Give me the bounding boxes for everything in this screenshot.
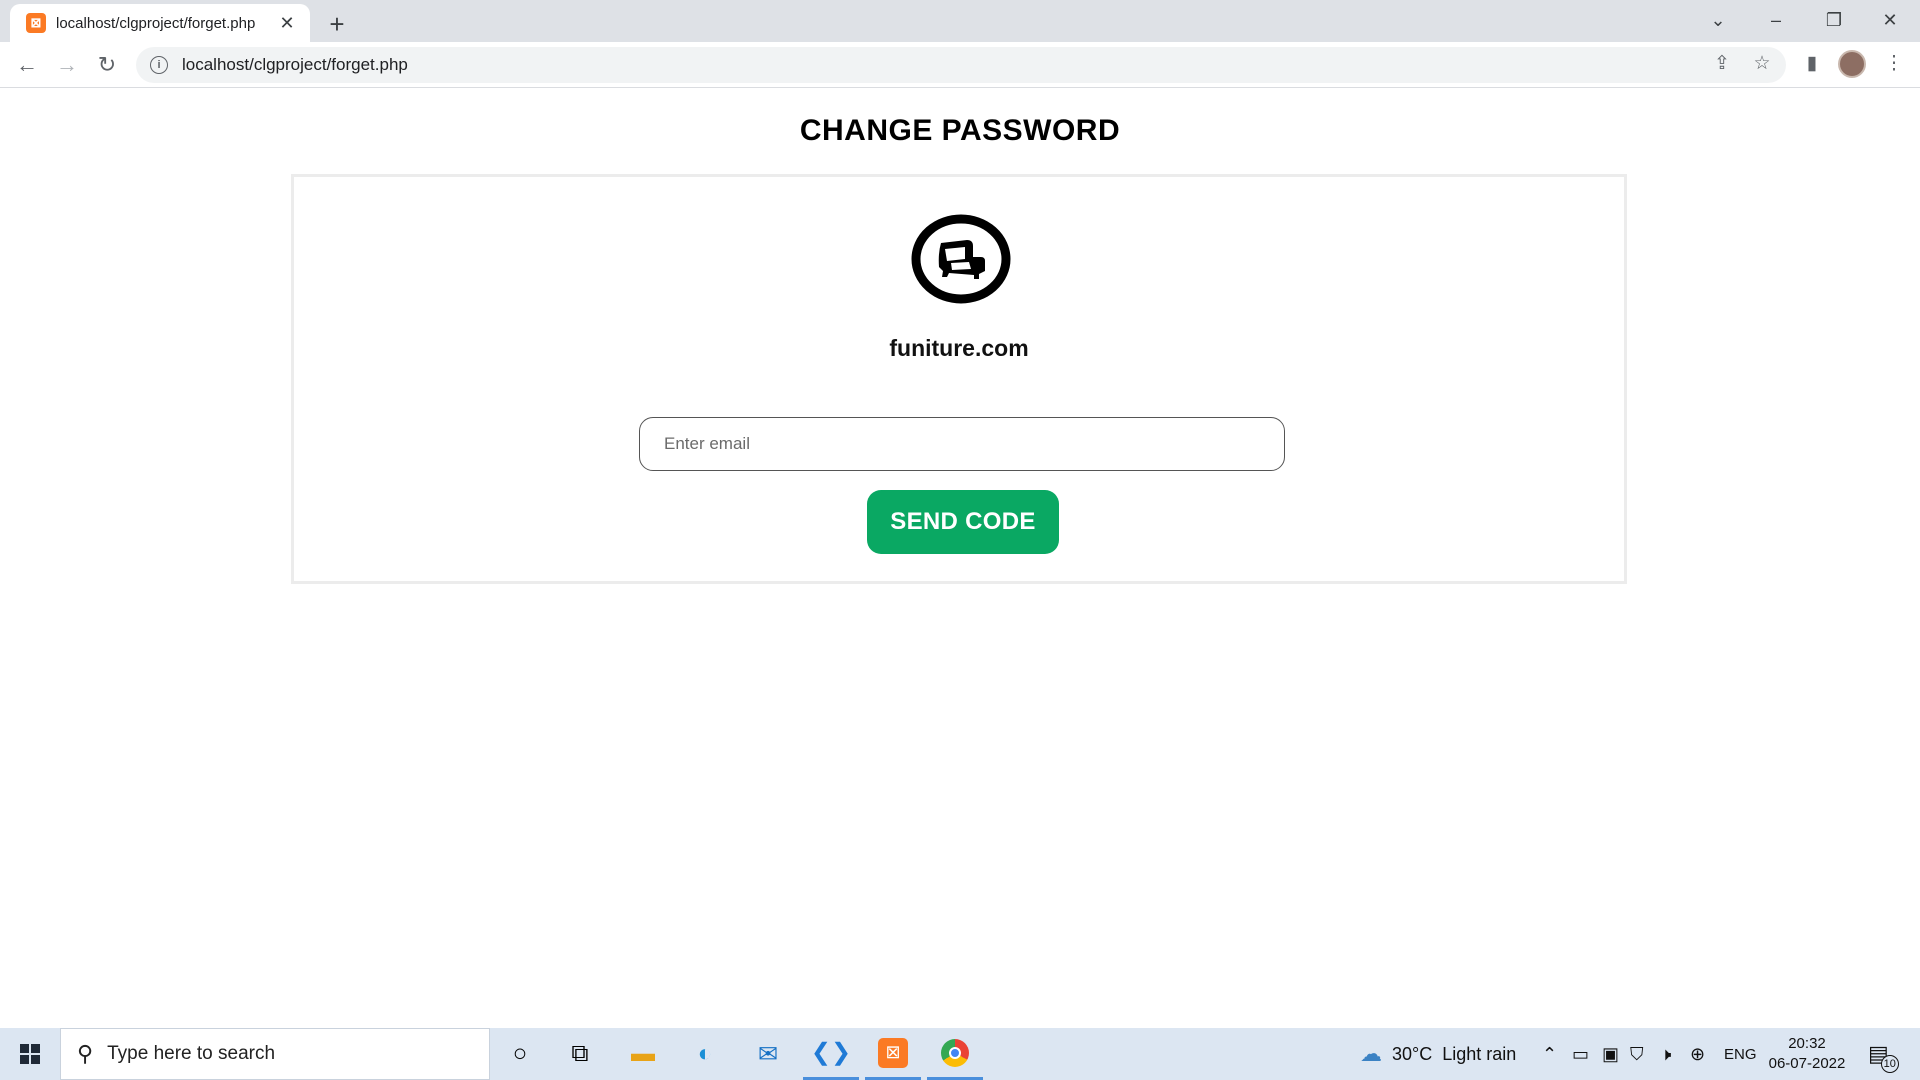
furniture-logo-icon — [911, 214, 1011, 304]
language-indicator[interactable]: ENG — [1724, 1028, 1757, 1080]
search-placeholder: Type here to search — [107, 1043, 276, 1064]
volume-muted-icon[interactable]: 🕨 — [1660, 1028, 1671, 1080]
minimize-icon[interactable]: – — [1748, 0, 1804, 40]
send-code-button[interactable]: SEND CODE — [867, 490, 1059, 554]
site-info-icon[interactable]: i — [150, 56, 168, 74]
tab-title: localhost/clgproject/forget.php — [56, 14, 256, 32]
xampp-icon: ⊠ — [26, 13, 46, 33]
close-window-icon[interactable]: ✕ — [1862, 0, 1918, 40]
tab-search-icon[interactable]: ⌄ — [1690, 0, 1746, 40]
meet-now-icon[interactable]: ▣ — [1602, 1028, 1619, 1080]
taskbar: ⚲ Type here to search ○ ⧉ ▬ ◐ ✉ ❮❯ ⊠ ☁ 3… — [0, 1028, 1920, 1080]
battery-icon[interactable]: ▭ — [1572, 1028, 1589, 1080]
task-view-icon[interactable]: ⧉ — [552, 1028, 608, 1080]
cortana-icon[interactable]: ○ — [492, 1028, 548, 1080]
weather-widget[interactable]: ☁ 30°C Light rain — [1360, 1028, 1516, 1080]
reset-card: funiture.com SEND CODE — [291, 174, 1627, 584]
tab-close-icon[interactable]: ✕ — [276, 12, 298, 34]
clock-date: 06-07-2022 — [1768, 1055, 1846, 1072]
file-explorer-icon[interactable]: ▬ — [615, 1028, 671, 1080]
xampp-taskbar-icon[interactable]: ⊠ — [865, 1028, 921, 1080]
browser-tab[interactable]: ⊠ localhost/clgproject/forget.php ✕ — [10, 4, 310, 42]
profile-avatar[interactable] — [1838, 50, 1866, 78]
back-icon[interactable]: ← — [11, 49, 43, 81]
reload-icon[interactable]: ↻ — [91, 49, 123, 81]
network-globe-icon[interactable]: ⊕ — [1690, 1028, 1705, 1080]
security-shield-icon[interactable]: ⛉ — [1630, 1028, 1644, 1080]
browser-toolbar: ← → ↻ i localhost/clgproject/forget.php … — [0, 42, 1920, 88]
menu-kebab-icon[interactable]: ⋮ — [1878, 47, 1910, 79]
start-button[interactable] — [0, 1028, 60, 1080]
email-field[interactable] — [639, 417, 1285, 471]
bookmark-star-icon[interactable]: ☆ — [1746, 47, 1778, 79]
restore-icon[interactable]: ❐ — [1806, 0, 1862, 40]
clock-time: 20:32 — [1788, 1035, 1826, 1052]
page-content: CHANGE PASSWORD funiture.com SEND CODE — [0, 88, 1920, 1028]
clock[interactable]: 20:32 06-07-2022 — [1766, 1034, 1848, 1074]
url-text: localhost/clgproject/forget.php — [182, 55, 408, 74]
windows-logo-icon — [20, 1044, 40, 1064]
forward-icon[interactable]: → — [51, 49, 83, 81]
show-hidden-icons-icon[interactable]: ⌃ — [1542, 1028, 1557, 1080]
notification-count: 10 — [1880, 1055, 1899, 1073]
taskbar-search[interactable]: ⚲ Type here to search — [60, 1028, 490, 1080]
chrome-icon[interactable] — [927, 1028, 983, 1080]
weather-text: 30°C Light rain — [1392, 1043, 1517, 1064]
side-panel-icon[interactable]: ▮ — [1796, 47, 1828, 79]
mail-icon[interactable]: ✉ — [740, 1028, 796, 1080]
page-title: CHANGE PASSWORD — [799, 114, 1121, 147]
vscode-icon[interactable]: ❮❯ — [803, 1028, 859, 1080]
edge-icon[interactable]: ◐ — [677, 1028, 733, 1080]
new-tab-icon[interactable]: + — [322, 9, 352, 39]
notification-center-icon[interactable]: ▤ 10 — [1868, 1028, 1899, 1080]
browser-tabstrip: ⊠ localhost/clgproject/forget.php ✕ + ⌄ … — [0, 0, 1920, 42]
share-icon[interactable]: ⇪ — [1706, 47, 1738, 79]
address-bar[interactable]: i localhost/clgproject/forget.php — [136, 47, 1786, 83]
search-icon: ⚲ — [77, 1041, 94, 1066]
rain-cloud-icon: ☁ — [1360, 1041, 1382, 1066]
brand-name: funiture.com — [889, 335, 1029, 361]
